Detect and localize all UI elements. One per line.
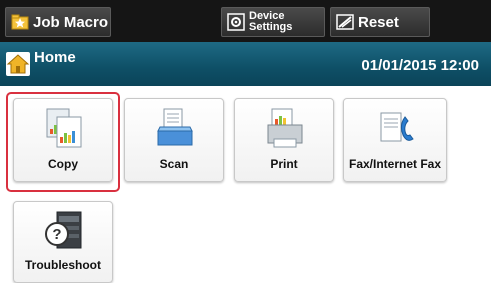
reset-icon <box>336 14 354 30</box>
scan-icon <box>157 108 193 146</box>
fax-internet-fax-tile[interactable]: Fax/Internet Fax <box>343 98 447 182</box>
job-macro-button[interactable]: Job Macro <box>5 7 111 37</box>
copy-label: Copy <box>48 157 78 171</box>
top-toolbar: Job Macro Device Settings Reset <box>0 0 491 42</box>
scan-label: Scan <box>159 157 189 171</box>
print-icon <box>267 108 303 148</box>
scan-tile[interactable]: Scan <box>124 98 224 182</box>
device-settings-button[interactable]: Device Settings <box>221 7 325 37</box>
print-tile[interactable]: Print <box>234 98 334 182</box>
device-settings-icon <box>227 13 245 31</box>
troubleshoot-tile[interactable]: ? Troubleshoot <box>13 201 113 283</box>
svg-text:?: ? <box>52 226 61 243</box>
print-label: Print <box>270 157 298 171</box>
reset-button[interactable]: Reset <box>330 7 430 37</box>
fax-internet-fax-label: Fax/Internet Fax <box>348 157 442 171</box>
reset-label: Reset <box>358 13 399 31</box>
copy-icon <box>46 108 82 148</box>
datetime-display: 01/01/2015 12:00 <box>361 57 479 74</box>
star-folder-icon <box>11 14 29 30</box>
fax-icon <box>380 112 414 142</box>
device-settings-line2: Settings <box>249 21 293 33</box>
home-icon <box>6 52 30 76</box>
page-title: Home <box>34 49 76 66</box>
troubleshoot-icon: ? <box>45 211 82 249</box>
job-macro-label: Job Macro <box>33 13 109 31</box>
copy-tile[interactable]: Copy <box>13 98 113 182</box>
troubleshoot-label: Troubleshoot <box>25 258 101 272</box>
